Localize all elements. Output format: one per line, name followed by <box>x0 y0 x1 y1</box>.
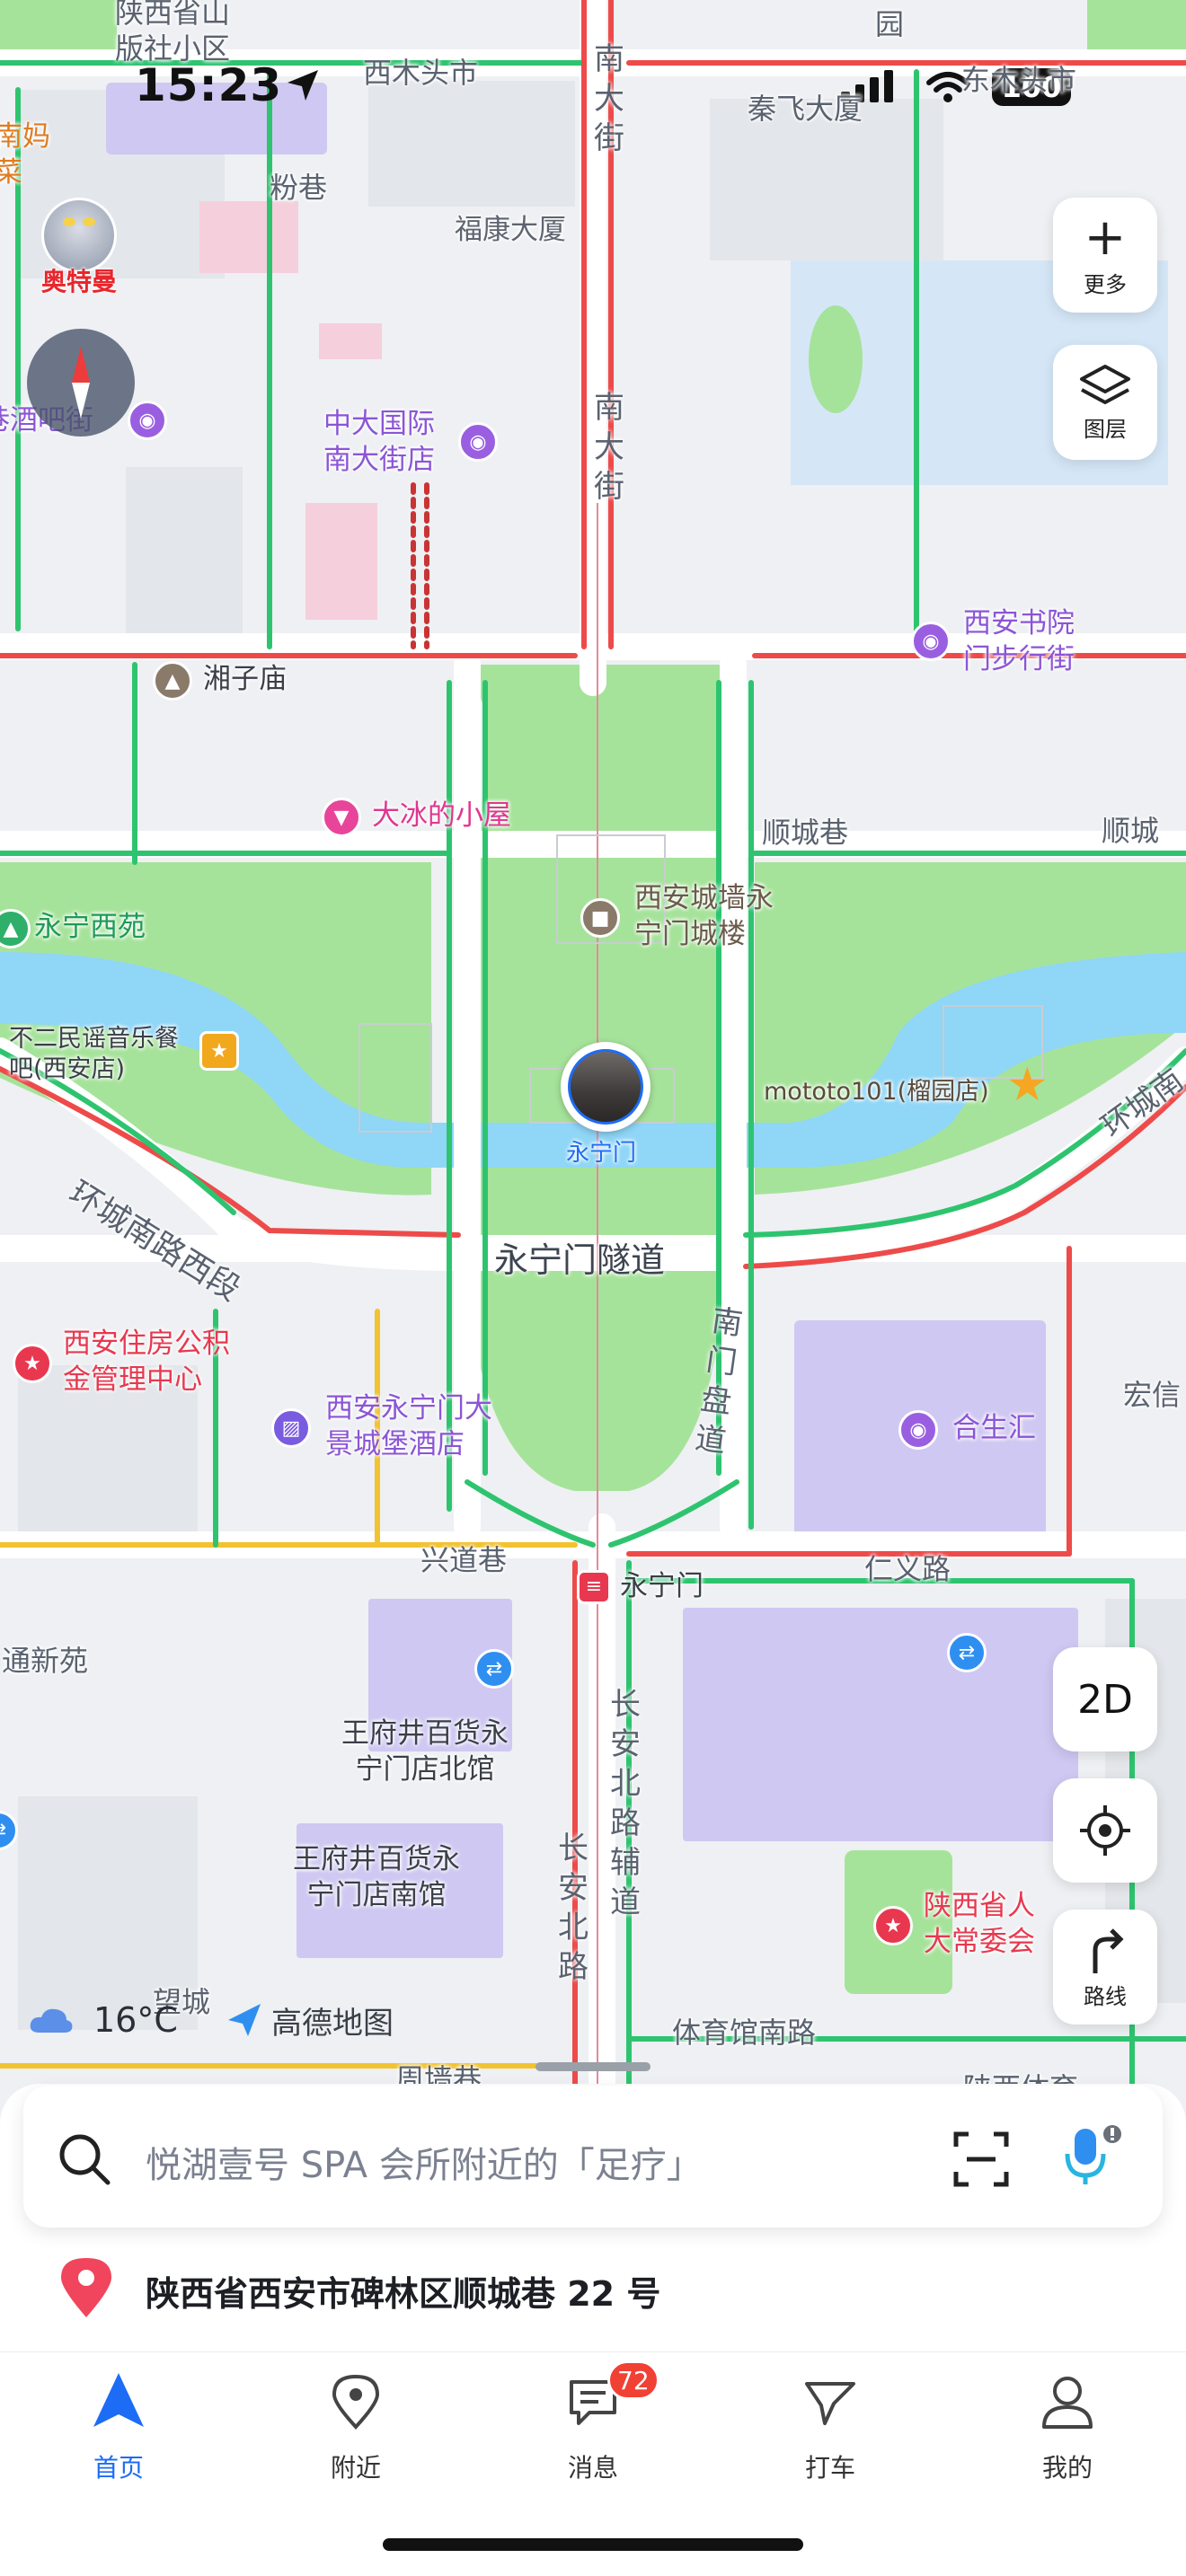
weather-widget[interactable]: 16°C <box>27 1998 178 2042</box>
poi-metro-yong-ning-men[interactable]: 永宁门 <box>620 1568 704 1604</box>
road-label: 顺城巷 <box>762 816 849 850</box>
temperature: 16°C <box>93 2000 178 2040</box>
tab-taxi-label: 打车 <box>804 2453 855 2483</box>
home-indicator[interactable] <box>383 2538 803 2551</box>
poi-shu-yuan[interactable]: 西安书院 门步行街 <box>963 605 1075 677</box>
poi-zhong-da-guo-ji[interactable]: 中大国际 南大街店 <box>323 406 435 478</box>
road-label: 西木头市 <box>363 56 479 90</box>
search-icon <box>59 2134 111 2185</box>
poi-wang-fu-jing-nan[interactable]: 王府井百货永 宁门店南馆 <box>293 1841 460 1913</box>
ultraman-avatar[interactable]: 奥特曼 <box>32 198 126 302</box>
cloud-icon <box>30 2008 73 2033</box>
poi-mototo[interactable]: mototo101(榴园店) <box>764 1074 989 1110</box>
taxi-flag-icon <box>805 2382 855 2425</box>
gate-icon[interactable]: ■ <box>580 898 620 938</box>
locate-button[interactable] <box>1053 1778 1157 1883</box>
amap-logo-icon <box>228 2004 261 2036</box>
area-label: 园 <box>875 7 905 41</box>
route-button[interactable]: 路线 <box>1053 1910 1157 2025</box>
sheet-grabber[interactable] <box>535 2062 651 2071</box>
view-mode-label: 2D <box>1077 1676 1133 1723</box>
unread-badge: 72 <box>607 2360 659 2400</box>
poi-yong-ning-xi-yuan[interactable]: 永宁西苑 <box>34 909 146 945</box>
user-icon <box>1042 2377 1093 2429</box>
road-label: 长安北路 <box>558 1831 589 1985</box>
view-mode-button[interactable]: 2D <box>1053 1647 1157 1751</box>
compass-button[interactable] <box>27 329 135 437</box>
voice-mic-icon[interactable] <box>1057 2122 1128 2193</box>
location-arrow-icon <box>288 70 318 101</box>
poi-fu-kang[interactable]: 福康大厦 <box>455 212 566 248</box>
shopping-bag-icon[interactable]: ◉ <box>898 1410 938 1450</box>
tab-home[interactable]: 首页 <box>47 2369 190 2495</box>
crosshair-icon <box>1080 1805 1130 1856</box>
road-label: 仁义路 <box>864 1552 951 1586</box>
cocktail-icon[interactable]: ▼ <box>322 798 361 837</box>
poi-yong-ning-men[interactable]: 永宁门 <box>566 1135 636 1171</box>
poi-bu-er-min-yao[interactable]: 不二民谣音乐餐 吧(西安店) <box>9 1024 179 1085</box>
metro-icon[interactable]: ≡ <box>577 1570 611 1604</box>
road-label: 东木头市 <box>961 63 1077 97</box>
road-label: 兴道巷 <box>420 1543 508 1577</box>
tab-home-label: 首页 <box>93 2453 144 2483</box>
poi-cheng-qiang[interactable]: 西安城墙永 宁门城楼 <box>634 880 774 952</box>
shopping-bag-icon[interactable]: ◉ <box>911 622 951 661</box>
shopping-bag-icon[interactable]: ◉ <box>458 422 498 462</box>
gate-photo-marker[interactable] <box>561 1042 651 1132</box>
tab-taxi[interactable]: 打车 <box>758 2369 902 2495</box>
area-label: 陕西省山 版社小区 <box>115 0 231 66</box>
star-icon[interactable]: ★ <box>1006 1062 1049 1108</box>
poi-wang-fu-jing-bei[interactable]: 王府井百货永 宁门店北馆 <box>341 1716 509 1787</box>
brand-name: 高德地图 <box>271 2005 394 2042</box>
poi-he-sheng-hui[interactable]: 合生汇 <box>952 1410 1036 1446</box>
amap-brand: 高德地图 <box>225 1998 394 2042</box>
search-input[interactable]: 悦湖壹号 SPA 会所附近的「足疗」 <box>146 2136 703 2188</box>
hotel-icon[interactable]: ▨ <box>271 1408 311 1448</box>
road-label: 南大街 <box>594 41 624 156</box>
star-badge-icon[interactable]: ★ <box>873 1906 913 1945</box>
location-pin-icon <box>61 2258 111 2317</box>
star-badge-icon[interactable]: ★ <box>13 1344 52 1383</box>
poi-gong-ji-jin[interactable]: 西安住房公积 金管理中心 <box>63 1326 230 1398</box>
compass-icon <box>72 347 90 419</box>
scan-icon[interactable] <box>952 2130 1010 2188</box>
tab-profile[interactable]: 我的 <box>996 2369 1139 2495</box>
current-address[interactable]: 陕西省西安市碑林区顺城巷 22 号 <box>146 2266 660 2316</box>
road-label: 粉巷 <box>270 171 328 205</box>
navigation-arrow-icon <box>93 2373 144 2427</box>
more-label: 更多 <box>1084 271 1127 297</box>
road-label: 永宁门隧道 <box>494 1240 666 1280</box>
plus-icon: + <box>1084 207 1127 267</box>
map-pin-icon <box>332 2374 380 2430</box>
layers-button[interactable]: 图层 <box>1053 345 1157 460</box>
route-label: 路线 <box>1084 1983 1127 2009</box>
poi-ren-da[interactable]: 陕西省人 大常委会 <box>924 1888 1035 1960</box>
road-label: 南大街 <box>594 390 624 505</box>
area-label: 南妈 菜 <box>0 120 50 189</box>
temple-icon[interactable]: ▲ <box>153 661 192 701</box>
poi-xiang-zi-miao[interactable]: 湘子庙 <box>203 661 287 697</box>
tab-messages-label: 消息 <box>567 2453 618 2483</box>
status-time: 15:23 <box>135 59 283 111</box>
bus-transfer-icon[interactable]: ⇄ <box>474 1649 514 1689</box>
star-icon[interactable]: ★ <box>199 1031 239 1071</box>
ultraman-label: 奥特曼 <box>40 267 117 296</box>
more-button[interactable]: + 更多 <box>1053 198 1157 313</box>
road-label: 宏信 <box>1123 1378 1182 1412</box>
layers-icon <box>1080 364 1130 404</box>
tab-profile-label: 我的 <box>1041 2453 1093 2483</box>
tab-nearby[interactable]: 附近 <box>284 2369 428 2495</box>
bus-transfer-icon[interactable]: ⇄ <box>947 1633 987 1672</box>
layers-label: 图层 <box>1084 416 1127 442</box>
route-turn-icon <box>1093 1928 1124 1973</box>
tab-nearby-label: 附近 <box>330 2453 381 2483</box>
road-label: 通新苑 <box>2 1644 89 1678</box>
poi-da-bing[interactable]: 大冰的小屋 <box>372 798 511 834</box>
road-label: 顺城 <box>1102 814 1160 848</box>
road-label: 体育馆南路 <box>672 2016 817 2050</box>
road-label: 秦飞大厦 <box>748 92 863 126</box>
poi-hotel[interactable]: 西安永宁门大 景城堡酒店 <box>325 1390 492 1462</box>
road-label: 长安北路辅道 <box>610 1687 641 1920</box>
